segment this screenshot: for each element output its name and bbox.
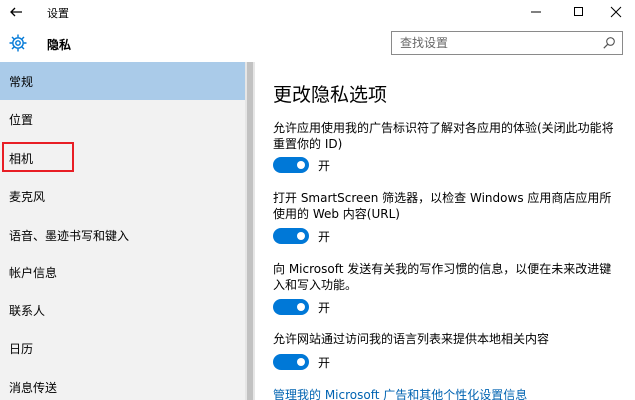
sidebar-item-speech[interactable]: 语音、墨迹书写和键入 — [0, 216, 245, 254]
search-input[interactable] — [392, 32, 592, 54]
toggle-state-label: 开 — [318, 301, 331, 315]
close-button[interactable] — [598, 0, 635, 24]
sidebar-item-label: 麦克风 — [9, 189, 46, 204]
sidebar-item-location[interactable]: 位置 — [0, 100, 245, 138]
maximize-button[interactable] — [558, 0, 598, 24]
toggle-knob — [297, 232, 305, 240]
sidebar-item-general[interactable]: 常规 — [0, 62, 245, 100]
option-text-advertising-id: 允许应用使用我的广告标识符了解对各应用的体验(关闭此功能将重置你的 ID) — [273, 121, 614, 151]
sidebar-item-calendar[interactable]: 日历 — [0, 329, 245, 367]
toggle-advertising-id[interactable] — [273, 157, 309, 173]
close-icon — [610, 6, 622, 18]
sidebar-item-label: 日历 — [9, 341, 34, 356]
back-arrow-icon — [10, 7, 22, 17]
minimize-icon — [531, 11, 541, 13]
toggle-language-list[interactable] — [273, 354, 309, 370]
window-title: 设置 — [47, 7, 69, 20]
back-button[interactable] — [6, 2, 28, 22]
toggle-knob — [297, 358, 305, 366]
page-title: 隐私 — [47, 38, 72, 52]
sidebar-item-label: 消息传送 — [9, 380, 58, 395]
sidebar-item-account-info[interactable]: 帐户信息 — [0, 253, 245, 291]
sidebar-item-label: 常规 — [9, 74, 34, 89]
sidebar: 常规 位置 相机 麦克风 语音、墨迹书写和键入 帐户信息 联系人 日历 消息传送 — [0, 62, 245, 400]
toggle-state-label: 开 — [318, 356, 331, 370]
section-title: 更改隐私选项 — [273, 84, 388, 106]
sidebar-item-label: 联系人 — [9, 303, 46, 318]
toggle-state-label: 开 — [318, 230, 331, 244]
main-content: 更改隐私选项 允许应用使用我的广告标识符了解对各应用的体验(关闭此功能将重置你的… — [255, 62, 635, 400]
sidebar-item-messaging[interactable]: 消息传送 — [0, 368, 245, 400]
gear-icon — [8, 33, 28, 53]
option-text-language-list: 允许网站通过访问我的语言列表来提供本地相关内容 — [273, 332, 550, 346]
toggle-state-label: 开 — [318, 159, 331, 173]
manage-ads-link[interactable]: 管理我的 Microsoft 广告和其他个性化设置信息 — [273, 386, 527, 400]
sidebar-item-label: 位置 — [9, 112, 34, 127]
sidebar-item-label: 帐户信息 — [9, 265, 58, 280]
sidebar-item-label: 语音、墨迹书写和键入 — [9, 228, 130, 243]
maximize-icon — [574, 7, 583, 16]
sidebar-item-contacts[interactable]: 联系人 — [0, 291, 245, 329]
toggle-writing-info[interactable] — [273, 299, 309, 315]
sidebar-scrollbar[interactable] — [245, 62, 255, 400]
minimize-button[interactable] — [516, 0, 556, 24]
toggle-knob — [297, 161, 305, 169]
title-bar: 设置 — [0, 0, 635, 24]
sidebar-item-microphone[interactable]: 麦克风 — [0, 177, 245, 215]
search-box[interactable] — [391, 31, 623, 55]
camera-highlight-box — [2, 142, 74, 172]
scrollbar-thumb[interactable] — [247, 62, 253, 400]
search-icon[interactable] — [602, 36, 616, 50]
option-text-writing-info: 向 Microsoft 发送有关我的写作习惯的信息，以便在未来改进键入和写入功能… — [273, 262, 612, 292]
option-text-smartscreen: 打开 SmartScreen 筛选器，以检查 Windows 应用商店应用所使用… — [273, 191, 612, 221]
toggle-knob — [297, 303, 305, 311]
toggle-smartscreen[interactable] — [273, 228, 309, 244]
